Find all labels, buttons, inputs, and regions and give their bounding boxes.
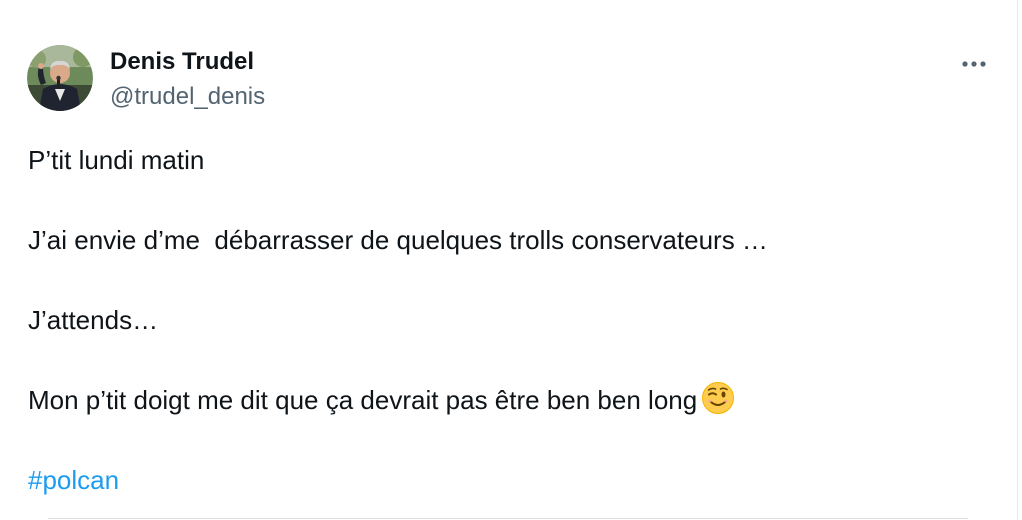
divider [48,518,968,519]
avatar-photo [27,45,93,111]
winking-face-icon [701,381,735,426]
tweet-line: Mon p’tit doigt me dit que ça devrait pa… [28,385,698,415]
tweet-line-with-emoji: Mon p’tit doigt me dit que ça devrait pa… [28,380,768,420]
avatar[interactable] [27,45,93,111]
author-handle[interactable]: @trudel_denis [110,82,265,112]
tweet-line: P’tit lundi matin [28,145,205,175]
more-options-button[interactable] [957,50,991,78]
author-name[interactable]: Denis Trudel [110,47,254,77]
tweet-line: J’ai envie d’me débarrasser de quelques … [28,225,768,255]
tweet-text: P’tit lundi matin J’ai envie d’me débarr… [28,140,768,500]
tweet-line: J’attends… [28,305,159,335]
more-horizontal-icon [962,61,986,67]
tweet-card: Denis Trudel @trudel_denis P’tit lundi m… [0,0,1018,520]
hashtag-link[interactable]: #polcan [28,465,119,495]
